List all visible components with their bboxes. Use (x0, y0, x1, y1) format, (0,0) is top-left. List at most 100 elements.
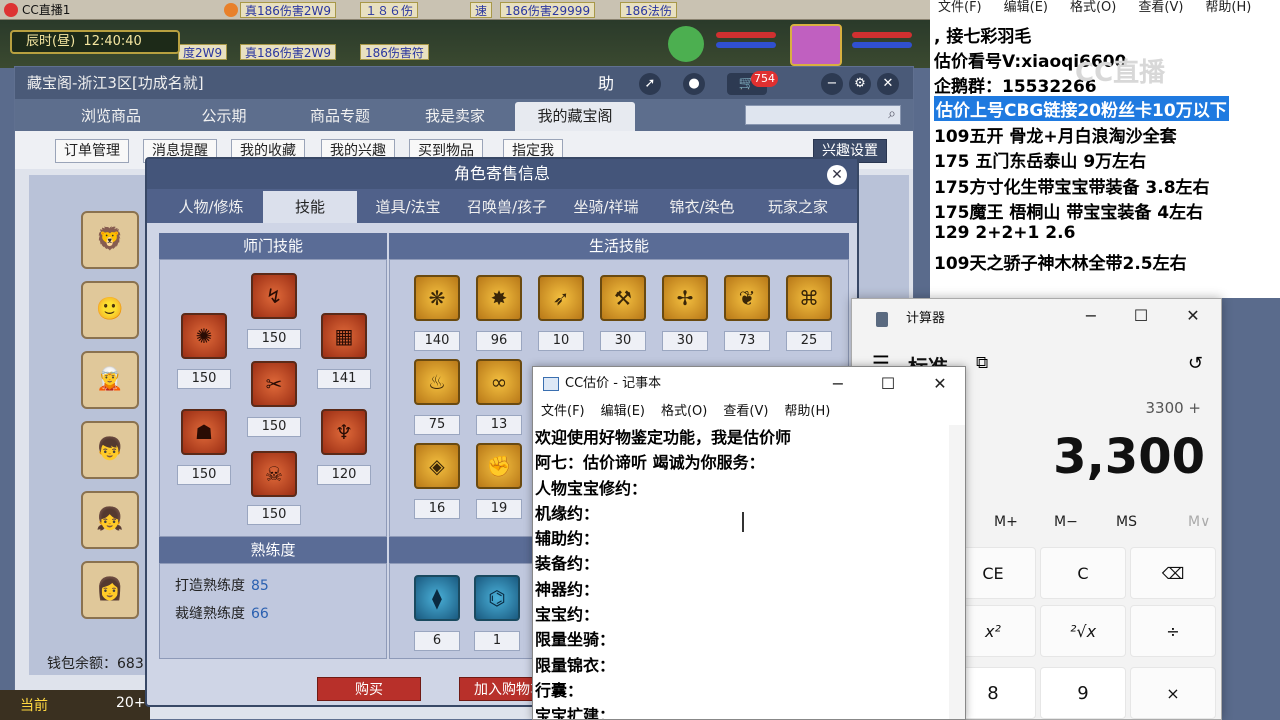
skill-level: 120 (317, 465, 371, 485)
close-icon[interactable]: ✕ (917, 367, 963, 401)
tab-player-home[interactable]: 玩家之家 (751, 191, 845, 223)
life-skill-icon[interactable]: ♨ (414, 359, 460, 405)
gear-icon[interactable]: ⚙ (849, 73, 871, 95)
memory-store-button[interactable]: MS (1116, 514, 1137, 530)
pet-portrait-icon[interactable] (668, 26, 704, 62)
menu-edit[interactable]: 编辑(E) (1004, 0, 1048, 15)
life-skill-icon[interactable]: ∞ (476, 359, 522, 405)
extra-skill-icon[interactable]: ⧫ (414, 575, 460, 621)
life-skill-icon[interactable]: ❋ (414, 275, 460, 321)
life-skill-icon[interactable]: ✢ (662, 275, 708, 321)
tab-cc-live[interactable]: CC直播1 (2, 1, 202, 19)
note-line: , 接七彩羽毛 (934, 27, 1032, 47)
history-icon[interactable]: ↺ (1188, 353, 1203, 374)
minimize-icon[interactable]: − (1068, 299, 1114, 333)
clear-button[interactable]: C (1040, 547, 1126, 599)
close-icon[interactable]: ✕ (1170, 299, 1216, 333)
memory-list-button[interactable]: M∨ (1188, 514, 1210, 530)
menu-view[interactable]: 查看(V) (1138, 0, 1183, 15)
skill-level: 10 (538, 331, 584, 351)
extra-skill-icon[interactable]: ⌬ (474, 575, 520, 621)
menu-file[interactable]: 文件(F) (938, 0, 982, 15)
tab-mounts[interactable]: 坐骑/祥瑞 (559, 191, 653, 223)
backspace-button[interactable]: ⌫ (1130, 547, 1216, 599)
tab-skills[interactable]: 技能 (263, 191, 357, 223)
record-icon[interactable]: ● (683, 73, 705, 95)
tab-pets[interactable]: 召唤兽/孩子 (457, 191, 557, 223)
menu-file[interactable]: 文件(F) (541, 404, 585, 419)
role-avatar[interactable]: 👦 (81, 421, 139, 479)
search-icon[interactable]: ⌕ (888, 106, 896, 122)
close-icon[interactable]: ✕ (827, 165, 847, 185)
life-skill-icon[interactable]: ❦ (724, 275, 770, 321)
buff-tag: 速 (470, 2, 493, 18)
tab-seller[interactable]: 我是卖家 (403, 102, 507, 131)
sqrt-button[interactable]: ²√x (1040, 605, 1126, 657)
skill-level: 150 (177, 465, 231, 485)
window-titlebar: 藏宝阁-浙江3区[功成名就] 助 ➚ ● 🛒 754 − ⚙ ✕ (15, 67, 913, 99)
tab-outfits[interactable]: 锦衣/染色 (655, 191, 749, 223)
multiply-button[interactable]: × (1130, 667, 1216, 719)
text-line: 神器约： (535, 579, 600, 599)
role-avatar[interactable]: 🧝 (81, 351, 139, 409)
life-skill-icon[interactable]: ✊ (476, 443, 522, 489)
share-icon[interactable]: ➚ (639, 73, 661, 95)
sect-skill-icon[interactable]: ✂ (251, 361, 297, 407)
tab-browse[interactable]: 浏览商品 (59, 102, 163, 131)
notepad-scrollbar[interactable] (949, 425, 965, 719)
minimize-icon[interactable]: − (815, 367, 861, 401)
menu-format[interactable]: 格式(O) (661, 404, 707, 419)
game-clock: 辰时(昼) 12:40:40 (10, 30, 180, 54)
role-avatar[interactable]: 🦁 (81, 211, 139, 269)
role-avatar[interactable]: 👩 (81, 561, 139, 619)
skill-level: 1 (474, 631, 520, 651)
close-icon[interactable]: ✕ (877, 73, 899, 95)
channel-label[interactable]: 当前 (20, 695, 48, 715)
divide-button[interactable]: ÷ (1130, 605, 1216, 657)
maximize-icon[interactable]: ☐ (1118, 299, 1164, 333)
prof-value: 85 (251, 578, 269, 594)
menu-help[interactable]: 帮助(H) (1205, 0, 1251, 15)
buy-button[interactable]: 购买 (317, 677, 421, 701)
skill-level: 75 (414, 415, 460, 435)
tab-my-cangbaoge[interactable]: 我的藏宝阁 (515, 102, 635, 131)
notepad-text-area[interactable]: 欢迎使用好物鉴定功能，我是估价师 阿七：估价谛听 竭诚为你服务： 人物宝宝修约：… (535, 425, 947, 719)
maximize-icon[interactable]: ☐ (865, 367, 911, 401)
player-portrait-icon[interactable] (790, 24, 842, 66)
sect-skill-icon[interactable]: ☗ (181, 409, 227, 455)
tab-character[interactable]: 人物/修炼 (161, 191, 261, 223)
role-avatar[interactable]: 🙂 (81, 281, 139, 339)
memory-add-button[interactable]: M+ (994, 514, 1018, 530)
sect-skill-icon[interactable]: ✺ (181, 313, 227, 359)
minimize-icon[interactable]: − (821, 73, 843, 95)
menu-view[interactable]: 查看(V) (723, 404, 768, 419)
tab-topics[interactable]: 商品专题 (285, 102, 395, 131)
life-skill-icon[interactable]: ◈ (414, 443, 460, 489)
text-line: 宝宝扩建： (535, 706, 616, 719)
tab-items[interactable]: 道具/法宝 (361, 191, 455, 223)
sect-skill-icon[interactable]: ☠ (251, 451, 297, 497)
memory-subtract-button[interactable]: M− (1054, 514, 1078, 530)
menu-format[interactable]: 格式(O) (1070, 0, 1116, 15)
life-skill-icon[interactable]: ➶ (538, 275, 584, 321)
forging-proficiency: 打造熟练度 85 (175, 575, 269, 595)
help-button[interactable]: 助 (595, 73, 617, 95)
skill-level: 30 (600, 331, 646, 351)
tab-publicity[interactable]: 公示期 (179, 102, 269, 131)
menu-edit[interactable]: 编辑(E) (601, 404, 645, 419)
sect-skill-icon[interactable]: ▦ (321, 313, 367, 359)
digit-9-button[interactable]: 9 (1040, 667, 1126, 719)
life-skill-icon[interactable]: ⌘ (786, 275, 832, 321)
keep-on-top-icon[interactable]: ⧉ (976, 353, 988, 373)
calc-expression: 3300 + (1145, 399, 1201, 417)
sect-skill-icon[interactable]: ↯ (251, 273, 297, 319)
menu-help[interactable]: 帮助(H) (784, 404, 830, 419)
sect-skill-icon[interactable]: ♆ (321, 409, 367, 455)
order-management-button[interactable]: 订单管理 (55, 139, 129, 163)
role-avatar[interactable]: 👧 (81, 491, 139, 549)
life-skill-icon[interactable]: ✸ (476, 275, 522, 321)
text-line: 人物宝宝修约： (535, 478, 648, 498)
notepad-title: CC估价 - 记事本 (565, 376, 662, 391)
life-skill-icon[interactable]: ⚒ (600, 275, 646, 321)
search-input[interactable]: ⌕ (745, 105, 901, 125)
